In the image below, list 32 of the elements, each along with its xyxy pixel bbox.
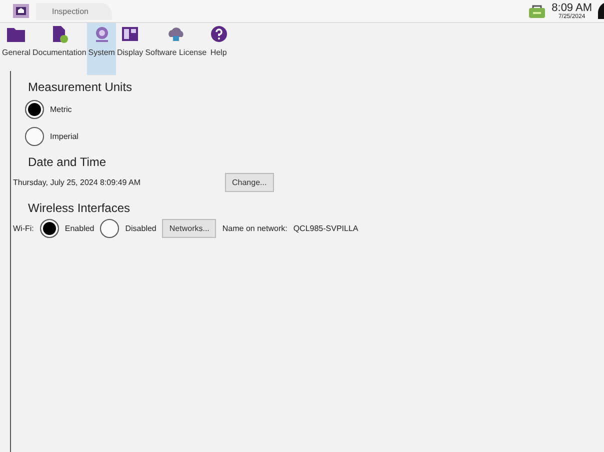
section-heading: Date and Time [28, 155, 108, 169]
radio-label: Imperial [50, 132, 78, 141]
radio-label: Disabled [125, 224, 156, 233]
battery-icon [528, 3, 546, 19]
radio-button[interactable] [100, 219, 120, 238]
radio-label: Metric [50, 105, 72, 114]
change-button[interactable]: Change... [225, 173, 274, 192]
toolbar-button[interactable]: Software License [144, 23, 208, 71]
radio-button[interactable] [25, 127, 44, 146]
network-name-label: Name on network: [222, 224, 288, 233]
status-icon [598, 3, 604, 19]
clock-time: 8:09 AM [552, 2, 592, 14]
help-icon [208, 25, 229, 43]
toolbar-button[interactable]: System [87, 23, 116, 75]
toolbar-button[interactable]: Help [208, 23, 230, 71]
inspection-tab[interactable]: Inspection [36, 2, 112, 20]
display-icon [120, 25, 140, 43]
toolbar-button[interactable]: General [1, 23, 32, 71]
home-icon[interactable] [12, 3, 30, 19]
networks-button[interactable]: Networks... [162, 219, 216, 238]
wifi-label: Wi-Fi: [13, 224, 34, 233]
date-time-value: Thursday, July 25, 2024 8:09:49 AM [13, 178, 142, 187]
folder-icon [6, 25, 26, 43]
toolbar-button[interactable]: Display [116, 23, 144, 71]
radio-button[interactable] [25, 100, 44, 119]
cloud-icon [166, 25, 186, 43]
section-heading: Measurement Units [28, 80, 134, 94]
radio-button[interactable] [40, 219, 59, 238]
network-name-value: QCL985-SVPILLA [293, 224, 358, 233]
radio-label: Enabled [64, 224, 94, 233]
section-heading: Wireless Interfaces [28, 201, 132, 215]
toolbar-button[interactable]: Documentation [31, 23, 88, 71]
